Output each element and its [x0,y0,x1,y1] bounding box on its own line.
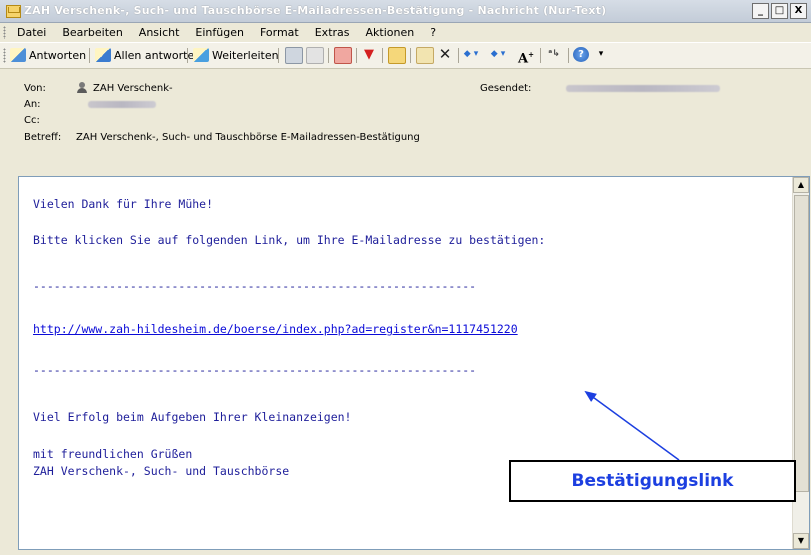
folder-icon[interactable] [388,47,406,64]
toolbar-separator [568,48,569,63]
from-name: ZAH Verschenk- [93,83,173,94]
menu-datei[interactable]: Datei [16,26,47,39]
forward-button[interactable]: Weiterleiten [193,46,279,64]
signature-line: ZAH Verschenk-, Such- und Tauschbörse [33,464,290,478]
close-button[interactable]: X [790,3,807,19]
to-value[interactable] [88,101,156,108]
separator-line: ----------------------------------------… [33,279,477,293]
menu-aktionen[interactable]: Aktionen [365,26,416,39]
toolbar-separator [458,48,459,63]
success-line: Viel Erfolg beim Aufgeben Ihrer Kleinanz… [33,410,352,424]
closing-line: mit freundlichen Grüßen [33,447,193,461]
menu-bar: Datei Bearbeiten Ansicht Einfügen Format… [0,23,811,43]
font-size-label: A [518,51,529,67]
toolbar-separator [356,48,357,63]
reply-button[interactable]: Antworten [10,46,86,64]
scroll-up-button[interactable]: ▲ [793,177,809,193]
cc-label: Cc: [24,115,40,126]
toolbar-separator [540,48,541,63]
subject-label: Betreff: [24,132,62,143]
title-bar: ZAH Verschenk-, Such- und Tauschbörse E-… [0,0,811,23]
help-icon[interactable]: ? [573,47,589,62]
menu-bearbeiten[interactable]: Bearbeiten [61,26,123,39]
sent-value [566,85,720,92]
message-header: Von: ZAH Verschenk- Gesendet: An: Cc: Be… [0,69,811,173]
forward-icon [193,48,209,62]
toolbar-overflow-icon[interactable]: ▾ [593,47,609,62]
print-icon[interactable] [285,47,303,64]
menu-extras[interactable]: Extras [314,26,351,39]
menu-format[interactable]: Format [259,26,300,39]
annotation-callout: Bestätigungslink [509,460,796,502]
menu-ansicht[interactable]: Ansicht [138,26,181,39]
envelope-icon [6,5,21,18]
font-size-icon[interactable]: A+ [518,47,534,66]
toolbar-separator [382,48,383,63]
window-controls: _ □ X [752,3,807,19]
reply-all-label: Allen antworten [114,48,202,62]
flag-icon[interactable]: ▼ [361,47,377,62]
separator-line: ----------------------------------------… [33,363,477,377]
menu-einfuegen[interactable]: Einfügen [194,26,245,39]
archive-icon[interactable] [416,47,434,64]
to-label: An: [24,99,41,110]
sent-label: Gesendet: [480,83,532,94]
toolbar-separator [410,48,411,63]
reply-label: Antworten [29,48,87,62]
menu-list: Datei Bearbeiten Ansicht Einfügen Format… [16,26,437,39]
move-icon[interactable] [334,47,352,64]
copy-icon[interactable] [306,47,324,64]
reply-icon [10,48,26,62]
toolbar-separator [89,48,90,63]
window-title: ZAH Verschenk-, Such- und Tauschbörse E-… [24,4,607,17]
menu-help[interactable]: ? [429,26,437,39]
toolbar-separator [187,48,188,63]
maximize-button[interactable]: □ [771,3,788,19]
confirmation-link[interactable]: http://www.zah-hildesheim.de/boerse/inde… [33,322,518,336]
reply-all-button[interactable]: Allen antworten [95,46,201,64]
reply-all-icon [95,48,111,62]
scroll-thumb[interactable] [794,195,809,492]
forward-label: Weiterleiten [212,48,279,62]
next-icon[interactable]: ◆ ▾ [490,47,506,62]
previous-icon[interactable]: ◆ ▾ [463,47,479,62]
minimize-button[interactable]: _ [752,3,769,19]
menu-grip-icon[interactable] [3,26,6,39]
toolbar-separator [328,48,329,63]
greeting-line: Vielen Dank für Ihre Mühe! [33,197,214,211]
contact-icon [76,82,88,94]
instruction-line: Bitte klicken Sie auf folgenden Link, um… [33,233,546,247]
delete-icon[interactable]: ✕ [437,47,453,62]
scroll-down-button[interactable]: ▼ [793,533,809,549]
toolbar-separator [278,48,279,63]
from-label: Von: [24,83,46,94]
from-value[interactable]: ZAH Verschenk- [76,82,173,94]
toolbar: Antworten Allen antworten Weiterleiten ▼… [0,43,811,69]
encoding-icon[interactable]: ᵃ↳ [546,47,562,62]
toolbar-grip-icon[interactable] [3,48,6,63]
subject-value: ZAH Verschenk-, Such- und Tauschbörse E-… [76,132,420,143]
